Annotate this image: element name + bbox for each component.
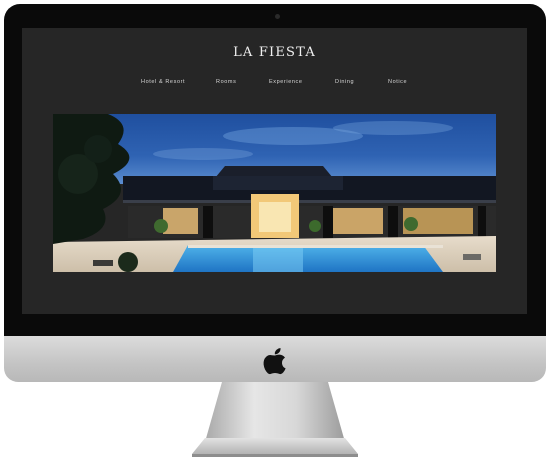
hero-image	[53, 114, 496, 272]
nav-item-notice[interactable]: Notice	[388, 79, 407, 85]
nav-item-rooms[interactable]: Rooms	[216, 79, 236, 85]
site-title[interactable]: LA FIESTA	[22, 45, 527, 60]
nav-item-hotel-resort[interactable]: Hotel & Resort	[141, 79, 185, 85]
apple-logo-icon	[263, 348, 286, 375]
nav-item-dining[interactable]: Dining	[335, 79, 354, 85]
monitor-screen: LA FIESTA Hotel & Resort Rooms Experienc…	[22, 28, 527, 314]
main-nav: Hotel & Resort Rooms Experience Dining N…	[22, 79, 527, 91]
camera-icon	[275, 14, 280, 19]
nav-item-experience[interactable]: Experience	[269, 79, 303, 85]
monitor-stand	[192, 382, 358, 457]
